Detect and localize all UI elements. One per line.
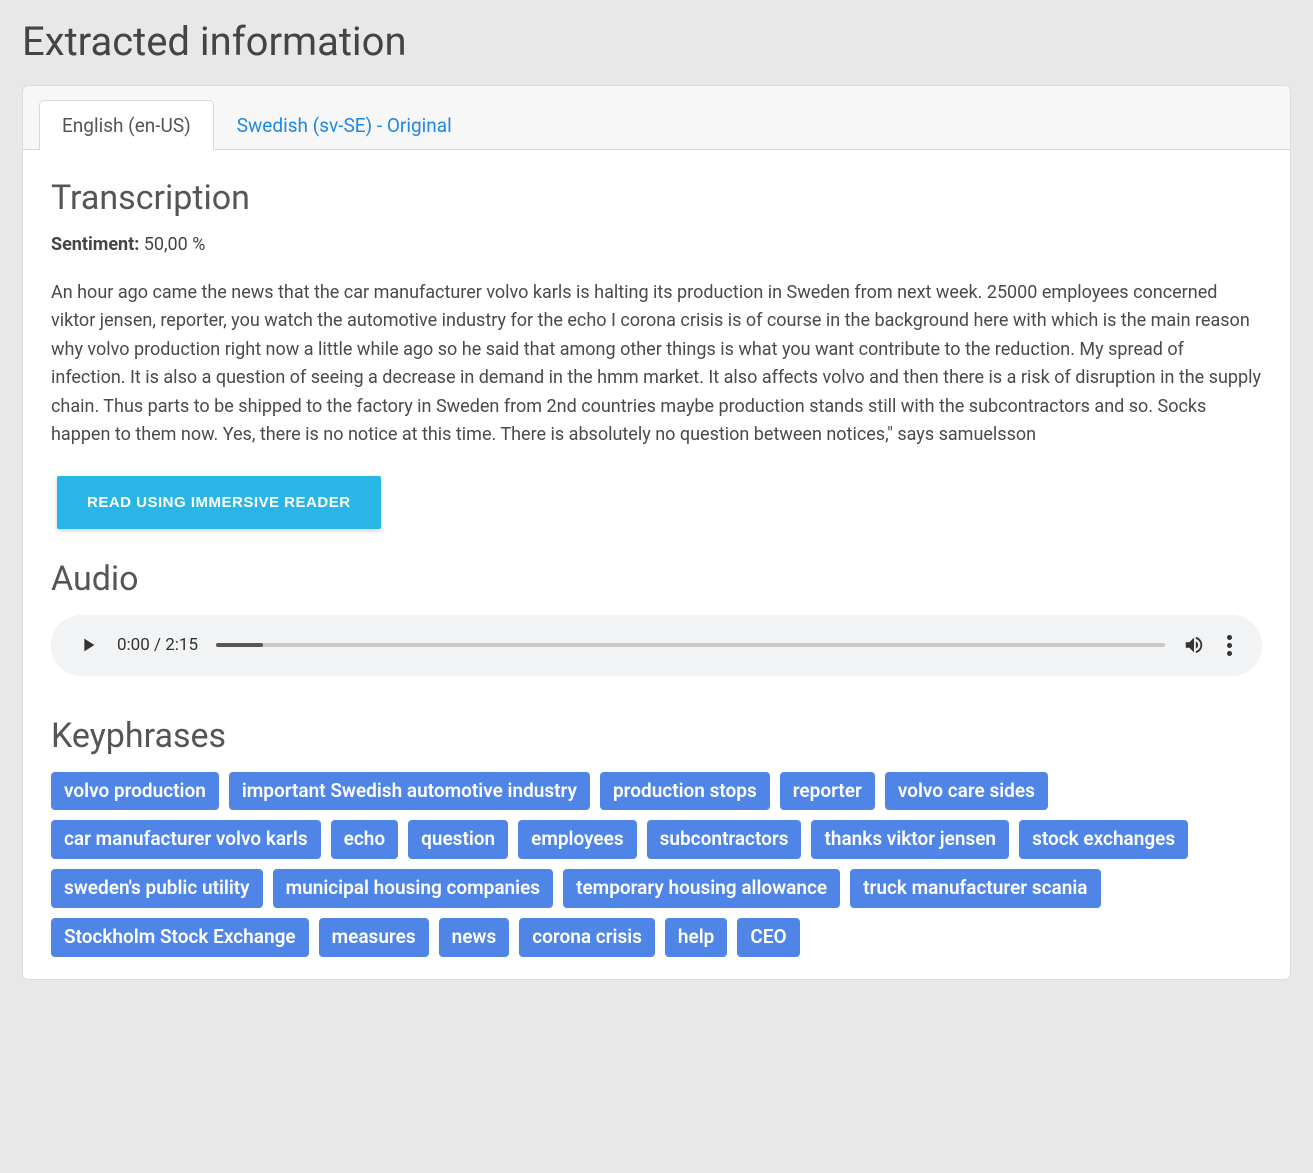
page-title: Extracted information <box>22 18 1291 65</box>
volume-icon[interactable] <box>1183 634 1205 656</box>
keyphrase-chip[interactable]: stock exchanges <box>1019 820 1188 859</box>
audio-progress <box>216 643 263 647</box>
keyphrase-chip[interactable]: thanks viktor jensen <box>811 820 1009 859</box>
keyphrase-chip[interactable]: volvo production <box>51 772 219 811</box>
tabs-bar: English (en-US) Swedish (sv-SE) - Origin… <box>23 86 1290 150</box>
page-header: Extracted information <box>0 0 1313 75</box>
sentiment-value: 50,00 % <box>144 234 206 255</box>
tab-label: English (en-US) <box>62 114 191 137</box>
keyphrases-title: Keyphrases <box>51 716 1262 756</box>
audio-time: 0:00 / 2:15 <box>117 635 198 655</box>
sentiment-line: Sentiment: 50,00 % <box>51 234 1262 255</box>
play-icon[interactable] <box>77 634 99 656</box>
keyphrase-chip[interactable]: truck manufacturer scania <box>850 869 1100 908</box>
immersive-reader-button[interactable]: READ USING IMMERSIVE READER <box>57 476 381 529</box>
tab-swedish[interactable]: Swedish (sv-SE) - Original <box>214 100 475 150</box>
keyphrase-chip[interactable]: volvo care sides <box>885 772 1048 811</box>
tab-label: Swedish (sv-SE) - Original <box>237 114 452 137</box>
keyphrase-chip[interactable]: car manufacturer volvo karls <box>51 820 321 859</box>
transcription-title: Transcription <box>51 178 1262 218</box>
keyphrase-chip[interactable]: Stockholm Stock Exchange <box>51 918 309 957</box>
tab-english[interactable]: English (en-US) <box>39 100 214 150</box>
keyphrase-chip[interactable]: subcontractors <box>647 820 802 859</box>
keyphrase-chip[interactable]: question <box>408 820 508 859</box>
keyphrase-chip[interactable]: temporary housing allowance <box>563 869 840 908</box>
keyphrase-chip[interactable]: important Swedish automotive industry <box>229 772 590 811</box>
keyphrase-chip[interactable]: sweden's public utility <box>51 869 263 908</box>
audio-title: Audio <box>51 559 1262 599</box>
keyphrase-chip[interactable]: help <box>665 918 727 957</box>
info-card: English (en-US) Swedish (sv-SE) - Origin… <box>22 85 1291 980</box>
audio-duration: 2:15 <box>165 635 198 655</box>
keyphrase-chip[interactable]: measures <box>319 918 429 957</box>
keyphrase-chip[interactable]: news <box>439 918 510 957</box>
tab-content: Transcription Sentiment: 50,00 % An hour… <box>23 150 1290 979</box>
more-options-icon[interactable] <box>1223 631 1236 660</box>
keyphrase-chip[interactable]: production stops <box>600 772 770 811</box>
keyphrase-chip[interactable]: municipal housing companies <box>273 869 553 908</box>
audio-seek-track[interactable] <box>216 643 1165 647</box>
keyphrase-chip[interactable]: corona crisis <box>519 918 655 957</box>
keyphrase-chip[interactable]: echo <box>331 820 399 859</box>
sentiment-label: Sentiment: <box>51 234 139 255</box>
keyphrase-chip[interactable]: employees <box>518 820 637 859</box>
audio-current-time: 0:00 <box>117 635 150 655</box>
keyphrase-chip[interactable]: reporter <box>780 772 875 811</box>
transcription-body: An hour ago came the news that the car m… <box>51 279 1262 450</box>
audio-player: 0:00 / 2:15 <box>51 615 1262 676</box>
keyphrases-list: volvo production important Swedish automo… <box>51 772 1262 957</box>
keyphrase-chip[interactable]: CEO <box>737 918 799 957</box>
